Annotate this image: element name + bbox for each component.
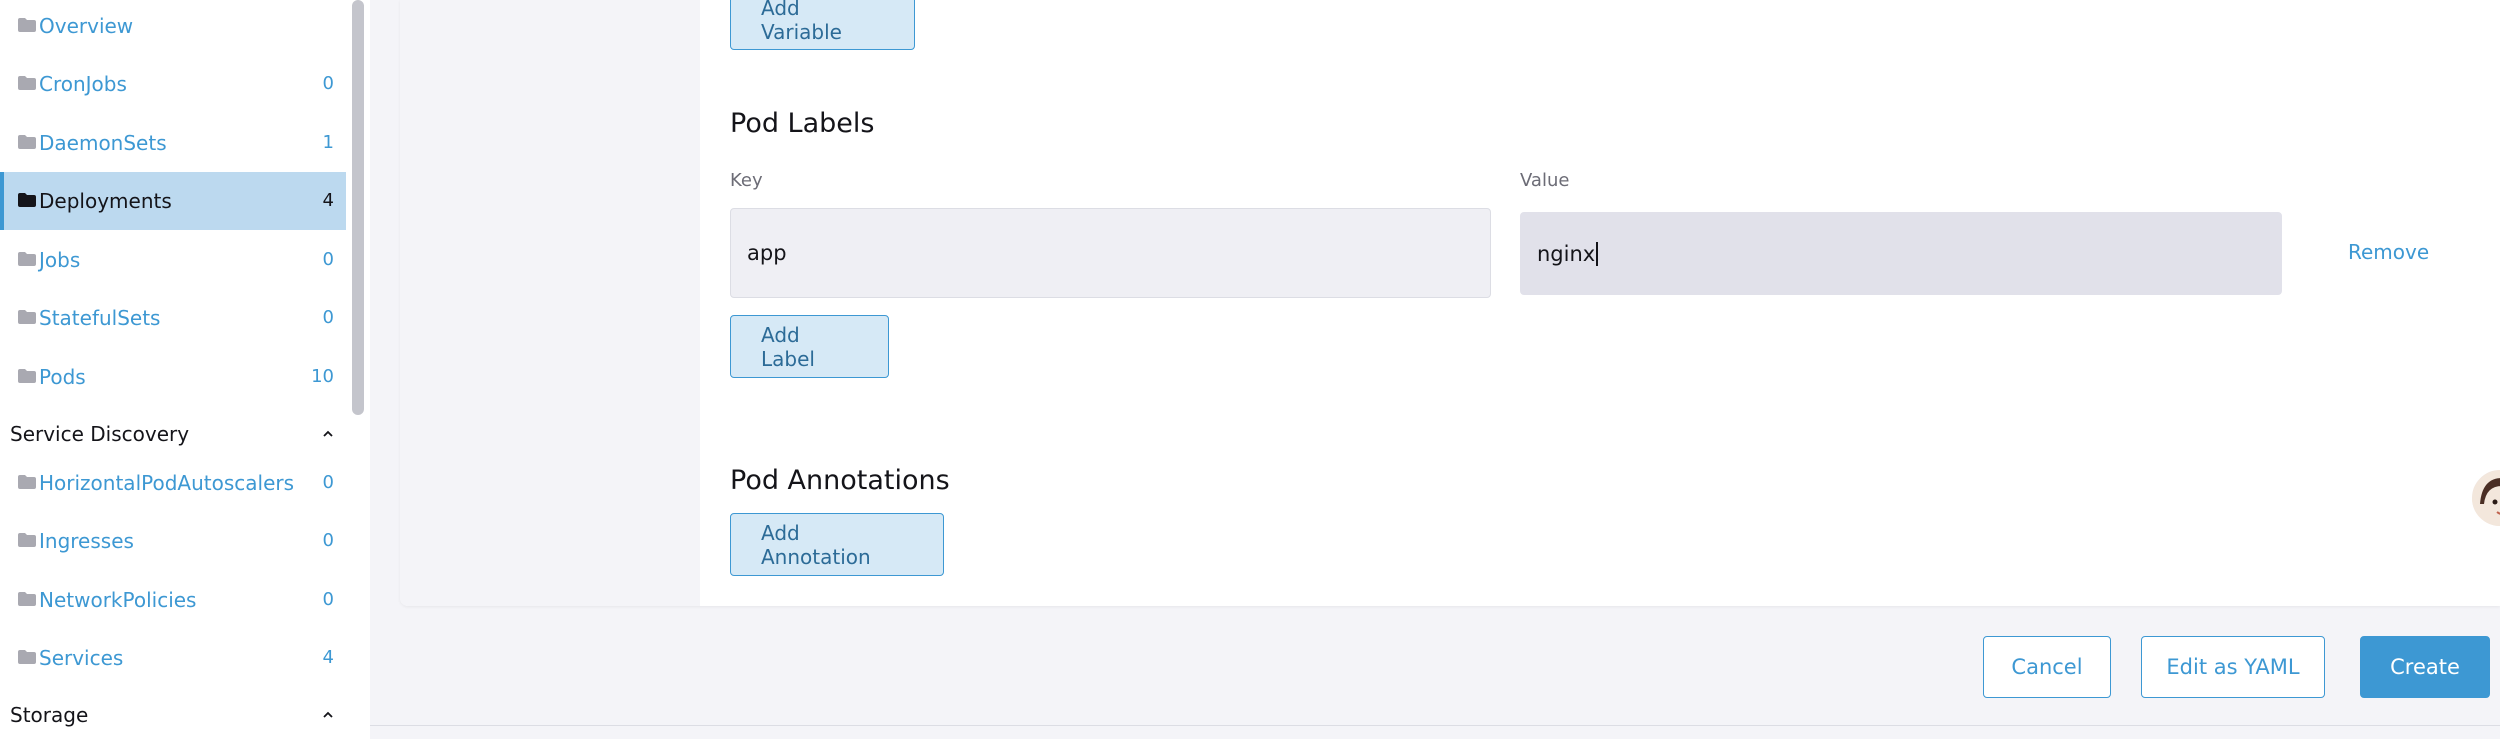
sidebar-item-ingresses[interactable]: Ingresses 0 [0, 512, 346, 570]
form-tab-panel [400, 0, 700, 606]
label-key-value: app [747, 241, 787, 265]
text-caret [1596, 241, 1599, 266]
chevron-up-icon [323, 711, 333, 718]
pod-annotations-title: Pod Annotations [730, 465, 950, 496]
folder-icon [18, 592, 36, 606]
sidebar-item-jobs[interactable]: Jobs 0 [0, 231, 346, 289]
sidebar-item-label: DaemonSets [39, 131, 167, 155]
folder-icon [18, 252, 36, 266]
folder-icon [18, 135, 36, 149]
create-button[interactable]: Create [2360, 636, 2490, 698]
sidebar-item-label: Jobs [39, 248, 81, 272]
label-value-value: nginx [1537, 241, 1596, 266]
footer-divider [370, 725, 2500, 726]
group-header-service-discovery[interactable]: Service Discovery [10, 414, 336, 454]
sidebar-item-label: Ingresses [39, 529, 134, 553]
group-header-title: Storage [10, 703, 89, 727]
folder-icon [18, 18, 36, 32]
sidebar-item-pods[interactable]: Pods 10 [0, 348, 346, 406]
sidebar-item-networkpolicies[interactable]: NetworkPolicies 0 [0, 571, 346, 629]
chevron-up-icon [323, 430, 333, 437]
add-label-button[interactable]: Add Label [730, 315, 889, 378]
sidebar-scrollbar[interactable] [352, 0, 364, 415]
sidebar-item-label: NetworkPolicies [39, 588, 197, 612]
sidebar-item-services[interactable]: Services 4 [0, 629, 346, 687]
cancel-button[interactable]: Cancel [1983, 636, 2111, 698]
sidebar-item-count: 0 [322, 530, 334, 551]
sidebar-item-count: 4 [322, 190, 334, 211]
sidebar-item-daemonsets[interactable]: DaemonSets 1 [0, 114, 346, 172]
sidebar-item-count: 1 [322, 132, 334, 153]
sidebar-item-count: 0 [322, 472, 334, 493]
remove-label-link[interactable]: Remove [2348, 240, 2429, 264]
group-header-storage[interactable]: Storage [10, 695, 336, 735]
folder-icon [18, 310, 36, 324]
sidebar-item-label: Overview [39, 14, 134, 38]
sidebar-item-cronjobs[interactable]: CronJobs 0 [0, 55, 346, 113]
label-key-input[interactable]: app [730, 208, 1491, 298]
sidebar-item-count: 4 [322, 647, 334, 668]
sidebar-item-count: 0 [322, 249, 334, 270]
sidebar-item-count: 0 [322, 307, 334, 328]
sidebar-item-count: 0 [322, 73, 334, 94]
key-label: Key [730, 170, 763, 191]
label-value-input[interactable]: nginx [1520, 212, 2282, 295]
folder-icon [18, 193, 36, 207]
add-annotation-button[interactable]: Add Annotation [730, 513, 944, 576]
folder-icon [18, 533, 36, 547]
form-card [400, 0, 2500, 606]
sidebar-item-count: 0 [322, 589, 334, 610]
sidebar-item-label: Services [39, 646, 124, 670]
folder-icon [18, 369, 36, 383]
sidebar-item-label: CronJobs [39, 72, 127, 96]
edit-as-yaml-button[interactable]: Edit as YAML [2141, 636, 2325, 698]
add-variable-button[interactable]: Add Variable [730, 0, 915, 50]
group-header-title: Service Discovery [10, 422, 190, 446]
folder-icon [18, 650, 36, 664]
sidebar-item-overview[interactable]: Overview [0, 0, 346, 55]
sidebar-item-count: 10 [311, 366, 334, 387]
sidebar-item-label: Deployments [39, 189, 172, 213]
pod-labels-title: Pod Labels [730, 108, 875, 139]
folder-icon [18, 76, 36, 90]
sidebar-item-label: HorizontalPodAutoscalers [39, 471, 295, 495]
sidebar-item-statefulsets[interactable]: StatefulSets 0 [0, 289, 346, 347]
sidebar-item-label: Pods [39, 365, 86, 389]
value-label: Value [1520, 170, 1570, 191]
sidebar-item-label: StatefulSets [39, 306, 161, 330]
folder-icon [18, 475, 36, 489]
sidebar: Overview CronJobs 0 DaemonSets 1 Deploym… [0, 0, 370, 739]
sidebar-item-deployments[interactable]: Deployments 4 [0, 172, 346, 230]
sidebar-item-horizontalpodautoscalers[interactable]: HorizontalPodAutoscalers 0 [0, 454, 346, 512]
